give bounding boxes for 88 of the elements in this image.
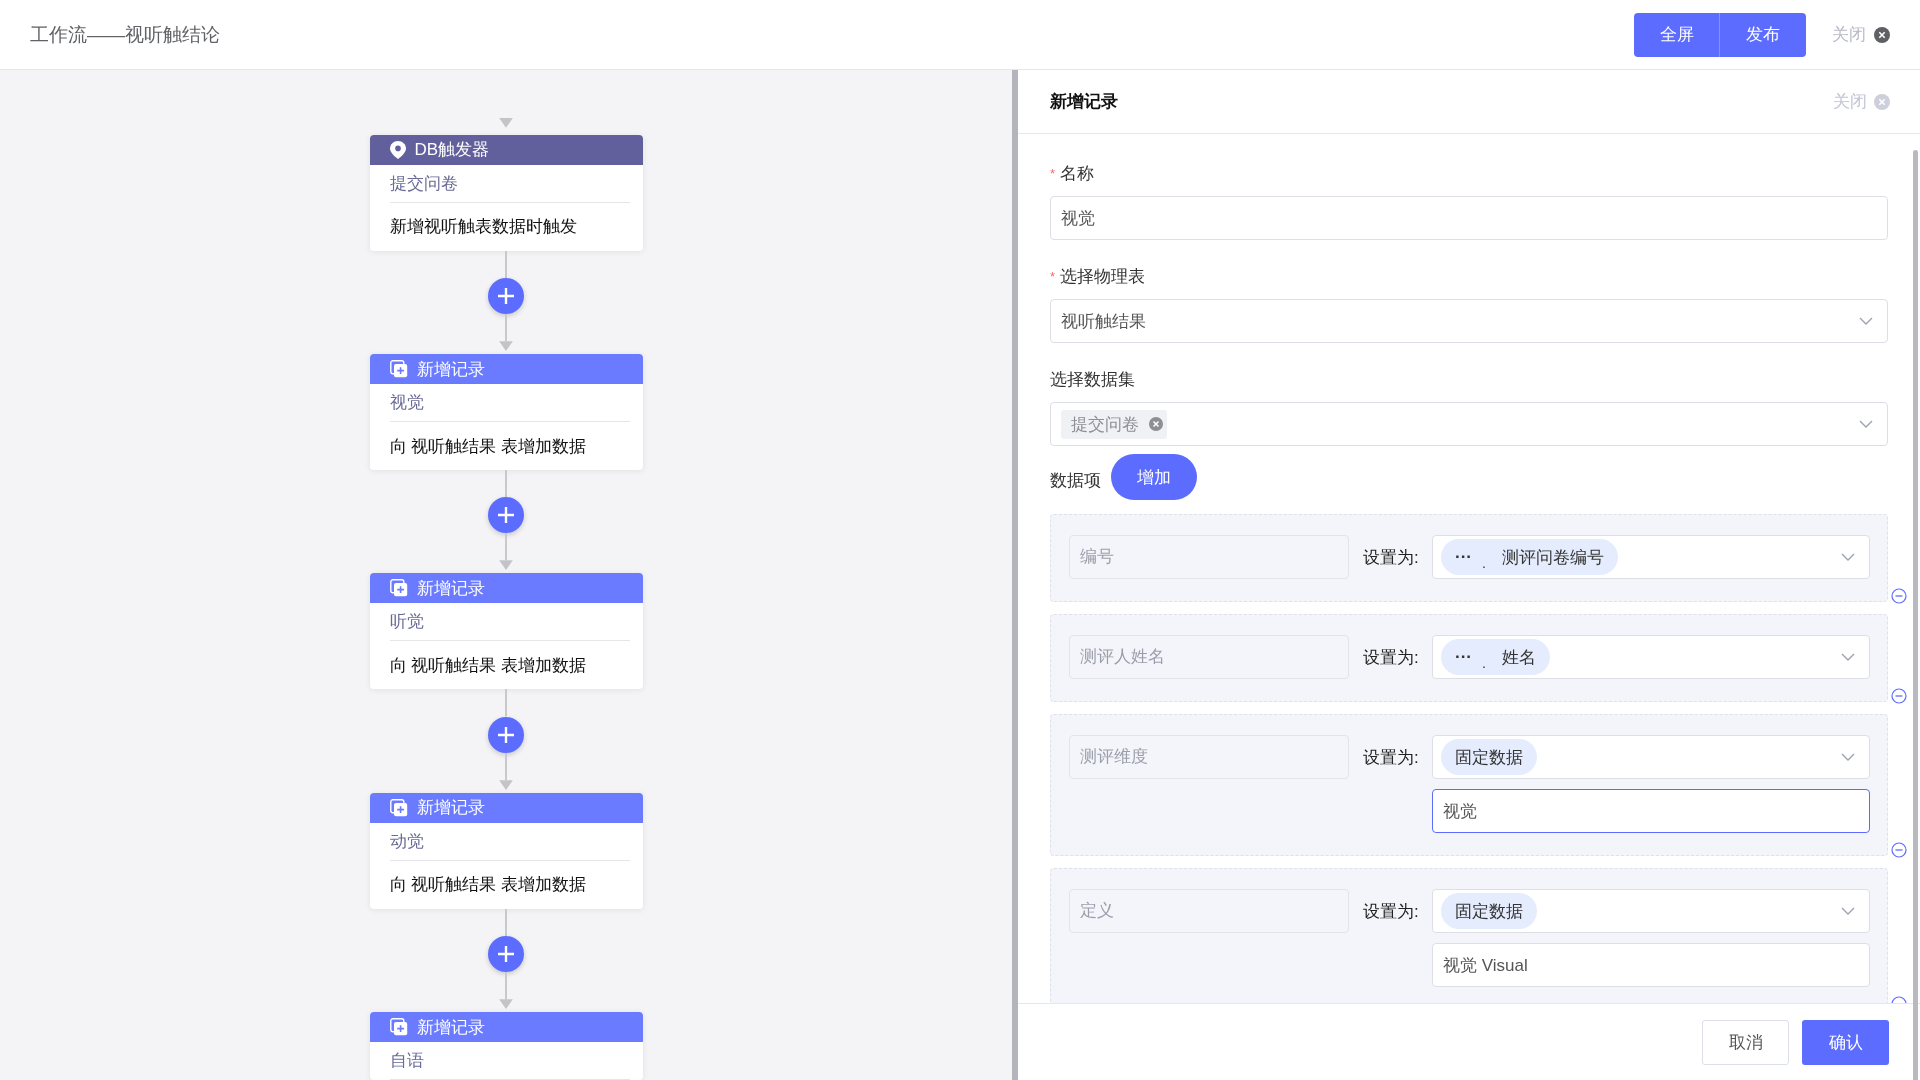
connector-line: [504, 689, 508, 717]
add-record-icon: [389, 579, 408, 598]
value-chip[interactable]: ··· . 测评问卷编号: [1441, 539, 1618, 575]
plus-icon: [497, 287, 515, 306]
required-mark: *: [1050, 165, 1056, 181]
node-title: 新增记录: [416, 1016, 485, 1039]
splitter-handle[interactable]: [1012, 70, 1018, 1080]
text-field[interactable]: 视觉: [1050, 196, 1888, 240]
chevron-down-icon: [1859, 317, 1873, 325]
remove-icon[interactable]: [1149, 417, 1163, 431]
value-select[interactable]: ··· . 姓名: [1432, 635, 1870, 679]
field-name-input[interactable]: 测评维度: [1069, 735, 1349, 779]
panel-title: 新增记录: [1050, 91, 1118, 113]
flow-node-card[interactable]: 新增记录 动觉 向 视听触结果 表增加数据: [369, 792, 643, 909]
value-chip[interactable]: 固定数据: [1441, 893, 1537, 929]
chevron-down-icon: [1841, 907, 1855, 915]
value-select[interactable]: 固定数据: [1432, 735, 1870, 779]
add-step-button[interactable]: [488, 278, 524, 315]
cancel-button[interactable]: 取消: [1702, 1019, 1789, 1065]
add-button[interactable]: 增加: [1111, 454, 1197, 500]
add-record-icon: [389, 1018, 408, 1036]
flow-node-card[interactable]: 新增记录 听觉 向 视听触结果 表增加数据: [369, 573, 643, 690]
value-select[interactable]: 固定数据: [1432, 889, 1870, 933]
connector-line: [504, 908, 508, 936]
node-description: 向 视听触结果 表增加数据: [389, 435, 586, 458]
field-name-input[interactable]: 测评人姓名: [1069, 635, 1349, 679]
value-chip[interactable]: ··· . 姓名: [1441, 639, 1550, 675]
connector-arrow: [499, 314, 513, 352]
section-label: 数据项: [1050, 469, 1101, 492]
confirm-button[interactable]: 确认: [1802, 1019, 1889, 1065]
add-step-button[interactable]: [488, 497, 524, 534]
close-icon: [1874, 26, 1890, 43]
node-title: 新增记录: [416, 797, 485, 820]
toolbar-button[interactable]: 全屏: [1634, 12, 1720, 57]
toolbar-button[interactable]: 发布: [1720, 12, 1806, 57]
table-select[interactable]: 视听触结果: [1050, 299, 1888, 343]
plus-icon: [497, 725, 515, 744]
node-title: 新增记录: [416, 577, 485, 600]
value-input[interactable]: 视觉 Visual: [1432, 943, 1870, 987]
node-subtitle: 视觉: [389, 392, 424, 415]
node-title: 新增记录: [416, 358, 485, 381]
node-subtitle: 动觉: [389, 830, 424, 853]
field-label: 名称: [1060, 162, 1095, 185]
plus-icon: [497, 506, 515, 525]
node-description: 新增视听触表数据时触发: [389, 216, 577, 239]
add-step-button[interactable]: [488, 716, 524, 753]
connector-arrow: [499, 971, 513, 1009]
arrow-head-icon: [499, 118, 513, 128]
scrollbar-thumb[interactable]: [1913, 150, 1918, 1080]
value-chip[interactable]: 固定数据: [1441, 739, 1537, 775]
chevron-down-icon: [1841, 653, 1855, 661]
field-name-input[interactable]: 定义: [1069, 889, 1349, 933]
add-record-icon: [389, 798, 408, 817]
set-as-label: 设置为:: [1362, 900, 1420, 923]
value-input[interactable]: 视觉: [1432, 789, 1870, 833]
node-title: DB触发器: [414, 139, 490, 162]
flow-node-card[interactable]: 新增记录 自语: [369, 1012, 643, 1080]
field-label: 选择物理表: [1060, 265, 1146, 288]
node-subtitle: 提交问卷: [389, 172, 458, 195]
add-record-icon: [389, 360, 408, 379]
connector-line: [504, 250, 508, 279]
node-description: 向 视听触结果 表增加数据: [389, 654, 586, 677]
node-subtitle: 自语: [389, 1050, 424, 1072]
set-as-label: 设置为:: [1362, 646, 1420, 669]
flow-node-card[interactable]: 新增记录 视觉 向 视听触结果 表增加数据: [369, 354, 643, 471]
connector-arrow: [499, 533, 513, 571]
location-pin-icon: [389, 140, 406, 159]
field-name-input[interactable]: 编号: [1069, 535, 1349, 579]
connector-arrow: [499, 752, 513, 790]
flow-node-card[interactable]: DB触发器 提交问卷 新增视听触表数据时触发: [369, 134, 643, 251]
plus-icon: [497, 944, 515, 963]
value-select[interactable]: ··· . 测评问卷编号: [1432, 535, 1870, 579]
page-title: 工作流——视听触结论: [30, 22, 220, 47]
node-subtitle: 听觉: [389, 611, 424, 634]
remove-icon[interactable]: [1891, 688, 1907, 704]
set-as-label: 设置为:: [1362, 546, 1420, 569]
node-description: 向 视听触结果 表增加数据: [389, 874, 586, 897]
add-step-button[interactable]: [488, 935, 524, 972]
set-as-label: 设置为:: [1362, 746, 1420, 769]
chevron-down-icon: [1841, 553, 1855, 561]
field-label: 选择数据集: [1050, 368, 1135, 391]
remove-icon[interactable]: [1891, 842, 1907, 858]
close-icon: [1874, 93, 1890, 110]
required-mark: *: [1050, 268, 1056, 284]
chevron-down-icon: [1841, 753, 1855, 761]
chevron-down-icon: [1859, 420, 1873, 428]
connector-line: [504, 470, 508, 498]
remove-icon[interactable]: [1891, 588, 1907, 604]
